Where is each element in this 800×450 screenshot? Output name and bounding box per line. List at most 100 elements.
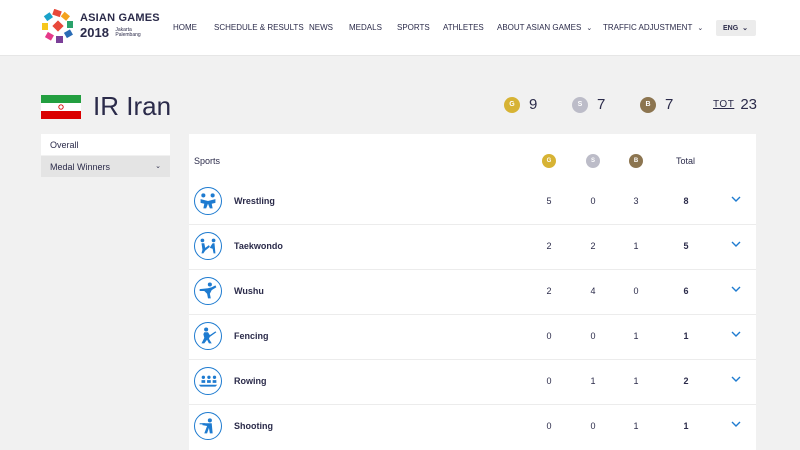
logo-subtitle: Jakarta Palembang — [115, 27, 141, 38]
nav-about-asian-games[interactable]: ABOUT ASIAN GAMES ⌄ — [497, 23, 592, 32]
sport-name: Fencing — [234, 331, 269, 341]
wushu-icon — [194, 277, 222, 305]
sidebar-item-label: Overall — [50, 140, 79, 150]
bronze-medal-icon: B — [640, 96, 656, 113]
table-row[interactable]: Wushu 2 4 0 6 — [189, 269, 756, 314]
table-row[interactable]: Taekwondo 2 2 1 5 — [189, 224, 756, 269]
bronze-cell: 1 — [633, 376, 639, 386]
table-row[interactable]: Rowing 0 1 1 2 — [189, 359, 756, 404]
nav-traffic-label: TRAFFIC ADJUSTMENT — [603, 23, 693, 32]
total-label: TOT — [713, 99, 735, 110]
header-gold-icon: G — [542, 154, 556, 168]
bronze-cell: 1 — [633, 331, 639, 341]
silver-cell: 2 — [590, 241, 596, 251]
chevron-down-icon[interactable] — [729, 372, 743, 386]
medal-table: Sports G S B Total Wrestling 5 0 3 8 Tae… — [189, 134, 756, 450]
bronze-cell: 3 — [633, 196, 639, 206]
silver-cell: 4 — [590, 286, 596, 296]
bronze-count: 7 — [665, 96, 674, 113]
total-cell: 8 — [683, 196, 689, 206]
nav-sports[interactable]: SPORTS — [397, 23, 430, 32]
total-cell: 6 — [683, 286, 689, 296]
silver-medal-icon: S — [572, 96, 588, 113]
total-cell: 2 — [683, 376, 689, 386]
logo-title: ASIAN GAMES — [80, 12, 160, 24]
fencing-icon — [194, 322, 222, 350]
nav-athletes[interactable]: ATHLETES — [443, 23, 484, 32]
silver-cell: 0 — [590, 331, 596, 341]
sport-name: Wushu — [234, 286, 264, 296]
table-row[interactable]: Fencing 0 0 1 1 — [189, 314, 756, 359]
chevron-down-icon: ⌄ — [742, 25, 749, 32]
gold-cell: 5 — [546, 196, 552, 206]
chevron-down-icon: ⌄ — [155, 163, 161, 170]
total-cell: 1 — [683, 331, 689, 341]
sport-name: Taekwondo — [234, 241, 283, 251]
total-cell: 1 — [683, 421, 689, 431]
silver-cell: 0 — [590, 196, 596, 206]
bronze-summary: B 7 — [640, 96, 673, 113]
chevron-down-icon: ⌄ — [586, 25, 593, 32]
chevron-down-icon: ⌄ — [697, 25, 704, 32]
nav-schedule-results[interactable]: SCHEDULE & RESULTS — [214, 23, 304, 32]
gold-medal-icon: G — [504, 96, 520, 113]
country-name: IR Iran — [93, 91, 172, 121]
header-total: Total — [676, 156, 696, 166]
gold-cell: 2 — [546, 286, 552, 296]
nav-medals[interactable]: MEDALS — [349, 23, 382, 32]
header-bronze-icon: B — [629, 154, 643, 168]
row-divider — [189, 224, 756, 225]
row-divider — [189, 269, 756, 270]
bronze-cell: 1 — [633, 241, 639, 251]
wrestling-icon — [194, 187, 222, 215]
nav-home[interactable]: HOME — [173, 23, 197, 32]
nav-traffic-adjustment[interactable]: TRAFFIC ADJUSTMENT ⌄ — [603, 23, 703, 32]
chevron-down-icon[interactable] — [729, 282, 743, 296]
gold-cell: 0 — [546, 421, 552, 431]
gold-cell: 2 — [546, 241, 552, 251]
silver-count: 7 — [597, 96, 606, 113]
row-divider — [189, 404, 756, 405]
shooting-icon — [194, 412, 222, 440]
nav-news[interactable]: NEWS — [309, 23, 333, 32]
table-row[interactable]: Wrestling 5 0 3 8 — [189, 179, 756, 224]
top-navigation-bar: ASIAN GAMES 2018 Jakarta Palembang HOME … — [0, 0, 800, 56]
nav-about-label: ABOUT ASIAN GAMES — [497, 23, 582, 32]
header-silver-icon: S — [586, 154, 600, 168]
row-divider — [189, 314, 756, 315]
rowing-icon — [194, 367, 222, 395]
language-selector[interactable]: ENG ⌄ — [716, 20, 756, 36]
sport-name: Rowing — [234, 376, 267, 386]
sport-name: Shooting — [234, 421, 273, 431]
silver-summary: S 7 — [572, 96, 605, 113]
table-row[interactable]: Shooting 0 0 1 1 — [189, 404, 756, 449]
gold-count: 9 — [529, 96, 538, 113]
bronze-cell: 1 — [633, 421, 639, 431]
sidebar-item-overall[interactable]: Overall — [41, 134, 170, 156]
sidebar-item-label: Medal Winners — [50, 162, 111, 172]
total-count: 23 — [740, 96, 758, 113]
bronze-cell: 0 — [633, 286, 639, 296]
logo-text[interactable]: ASIAN GAMES 2018 Jakarta Palembang — [80, 13, 160, 41]
iran-flag-icon — [41, 95, 81, 119]
chevron-down-icon[interactable] — [729, 417, 743, 431]
sidebar: Overall Medal Winners ⌄ — [41, 134, 170, 178]
language-label: ENG — [723, 25, 739, 32]
silver-cell: 0 — [590, 421, 596, 431]
row-divider — [189, 359, 756, 360]
silver-cell: 1 — [590, 376, 596, 386]
asian-games-logo[interactable] — [40, 9, 76, 45]
gold-cell: 0 — [546, 331, 552, 341]
taekwondo-icon — [194, 232, 222, 260]
chevron-down-icon[interactable] — [729, 327, 743, 341]
total-cell: 5 — [683, 241, 689, 251]
header-sports: Sports — [194, 156, 221, 166]
total-summary: TOT 23 — [713, 96, 757, 113]
logo-year: 2018 — [80, 25, 109, 40]
chevron-down-icon[interactable] — [729, 237, 743, 251]
chevron-down-icon[interactable] — [729, 192, 743, 206]
gold-summary: G 9 — [504, 96, 537, 113]
sport-name: Wrestling — [234, 196, 275, 206]
sidebar-item-medal-winners[interactable]: Medal Winners ⌄ — [41, 156, 170, 178]
gold-cell: 0 — [546, 376, 552, 386]
